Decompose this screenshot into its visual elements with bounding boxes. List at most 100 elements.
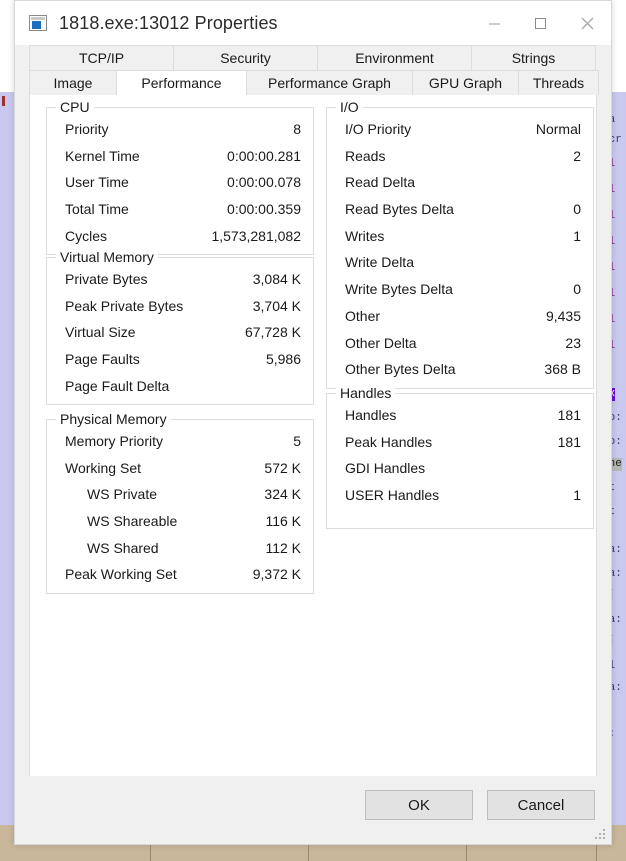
- property-label: Cycles: [65, 227, 108, 244]
- property-value: 2: [573, 147, 581, 164]
- property-row: Kernel Time 0:00:00.281: [47, 145, 313, 172]
- property-row: Handles 181: [327, 404, 593, 431]
- close-icon: [581, 17, 593, 29]
- minimize-button[interactable]: [471, 1, 517, 45]
- property-row: Other 9,435: [327, 305, 593, 332]
- property-value: 181: [557, 407, 581, 423]
- tab-tcpip[interactable]: TCP/IP: [29, 45, 174, 70]
- background-editor-left-edge: [0, 92, 14, 825]
- resize-grip[interactable]: [593, 827, 607, 841]
- minimize-icon: [488, 23, 500, 24]
- property-label: Read Bytes Delta: [345, 201, 454, 218]
- property-row: Peak Private Bytes 3,704 K: [47, 295, 313, 322]
- property-label: Write Bytes Delta: [345, 281, 453, 298]
- property-label: Handles: [345, 407, 397, 423]
- property-value: 181: [557, 433, 581, 450]
- ok-button[interactable]: OK: [365, 790, 473, 820]
- io-group-legend: I/O: [336, 99, 363, 115]
- property-row: Page Faults 5,986: [47, 348, 313, 375]
- property-row: WS Shared 112 K: [47, 537, 313, 564]
- property-row: User Time 0:00:00.078: [47, 171, 313, 198]
- property-label: WS Shareable: [87, 513, 178, 530]
- property-row: Other Bytes Delta 368 B: [327, 358, 593, 385]
- property-label: Page Fault Delta: [65, 377, 170, 394]
- property-value: 8: [293, 121, 301, 137]
- property-row: Other Delta 23: [327, 332, 593, 359]
- property-value: Normal: [535, 121, 581, 137]
- property-label: Private Bytes: [65, 271, 148, 287]
- tab-strip: TCP/IP Security Environment Strings Imag…: [15, 45, 611, 95]
- property-value: 1,573,281,082: [211, 227, 301, 244]
- property-value: 9,435: [545, 307, 581, 324]
- cpu-group-legend: CPU: [56, 99, 94, 115]
- virtual-memory-group-legend: Virtual Memory: [56, 249, 158, 265]
- property-value: 368 B: [544, 361, 581, 378]
- property-label: User Time: [65, 174, 129, 191]
- virtual-memory-group: Virtual Memory Private Bytes 3,084 K Peak …: [46, 249, 314, 405]
- cpu-rows: Priority 8 Kernel Time 0:00:00.281 User Time…: [47, 118, 313, 251]
- property-label: Writes: [345, 227, 385, 244]
- cancel-button[interactable]: Cancel: [487, 790, 595, 820]
- window-controls: [471, 1, 611, 45]
- title-bar[interactable]: 1818.exe:13012 Properties: [15, 1, 611, 45]
- property-value: 0:00:00.078: [227, 174, 301, 191]
- property-label: Peak Working Set: [65, 566, 177, 583]
- property-value: 5: [293, 433, 301, 449]
- maximize-button[interactable]: [517, 1, 563, 45]
- property-label: I/O Priority: [345, 121, 412, 137]
- property-label: Priority: [65, 121, 109, 137]
- property-value: 67,728 K: [244, 324, 301, 341]
- property-row: Write Bytes Delta 0: [327, 278, 593, 305]
- virtual-memory-rows: Private Bytes 3,084 K Peak Private Bytes 3,…: [47, 268, 313, 401]
- process-properties-dialog: 1818.exe:13012 Properties TCP/IP Securit…: [14, 0, 612, 845]
- property-label: GDI Handles: [345, 460, 426, 477]
- physical-memory-group-legend: Physical Memory: [56, 411, 171, 427]
- tab-image[interactable]: Image: [29, 70, 117, 95]
- property-label: Virtual Size: [65, 324, 136, 341]
- property-label: Other Delta: [345, 334, 417, 351]
- handles-rows: Handles 181 Peak Handles 181 GDI Handles USER…: [327, 404, 593, 511]
- property-value: 23: [565, 334, 581, 351]
- tab-strings[interactable]: Strings: [471, 45, 596, 70]
- physical-memory-group: Physical Memory Memory Priority 5 Working …: [46, 411, 314, 594]
- tab-security[interactable]: Security: [173, 45, 318, 70]
- property-label: Other Bytes Delta: [345, 361, 456, 378]
- tab-gpu-graph[interactable]: GPU Graph: [412, 70, 519, 95]
- tab-performance[interactable]: Performance: [116, 70, 247, 95]
- property-value: 1: [573, 487, 581, 504]
- property-row: Writes 1: [327, 225, 593, 252]
- tab-threads[interactable]: Threads: [518, 70, 599, 95]
- property-value: 112 K: [265, 539, 301, 556]
- property-value: 1: [573, 227, 581, 244]
- maximize-icon: [534, 17, 546, 29]
- property-row: Read Bytes Delta 0: [327, 198, 593, 225]
- property-row: Private Bytes 3,084 K: [47, 268, 313, 295]
- close-button[interactable]: [563, 1, 611, 45]
- property-row: Write Delta: [327, 251, 593, 278]
- tab-row-secondary: Image Performance Performance Graph GPU …: [29, 70, 599, 95]
- performance-tab-page: CPU Priority 8 Kernel Time 0:00:00.281 User …: [29, 95, 597, 800]
- tab-environment[interactable]: Environment: [317, 45, 472, 70]
- io-rows: I/O Priority Normal Reads 2 Read Delta Read B…: [327, 118, 593, 385]
- property-label: Memory Priority: [65, 433, 164, 449]
- tab-performance-graph[interactable]: Performance Graph: [246, 70, 413, 95]
- io-group: I/O I/O Priority Normal Reads 2 Read Delta Re…: [326, 99, 594, 389]
- property-label: Page Faults: [65, 351, 140, 368]
- property-value: 0: [573, 201, 581, 218]
- property-label: Reads: [345, 147, 386, 164]
- handles-group-legend: Handles: [336, 385, 396, 401]
- property-row: Page Fault Delta: [47, 375, 313, 402]
- property-label: Peak Private Bytes: [65, 297, 184, 314]
- property-row: Working Set 572 K: [47, 457, 313, 484]
- property-row: WS Shareable 116 K: [47, 510, 313, 537]
- property-row: Total Time 0:00:00.359: [47, 198, 313, 225]
- property-label: WS Shared: [87, 539, 159, 556]
- property-label: Total Time: [65, 201, 129, 218]
- property-row: USER Handles 1: [327, 484, 593, 511]
- property-value: 324 K: [264, 486, 301, 503]
- property-row: Reads 2: [327, 145, 593, 172]
- property-row: Read Delta: [327, 171, 593, 198]
- property-label: Peak Handles: [345, 433, 433, 450]
- property-label: Other: [345, 307, 381, 324]
- window-title: 1818.exe:13012 Properties: [59, 12, 278, 33]
